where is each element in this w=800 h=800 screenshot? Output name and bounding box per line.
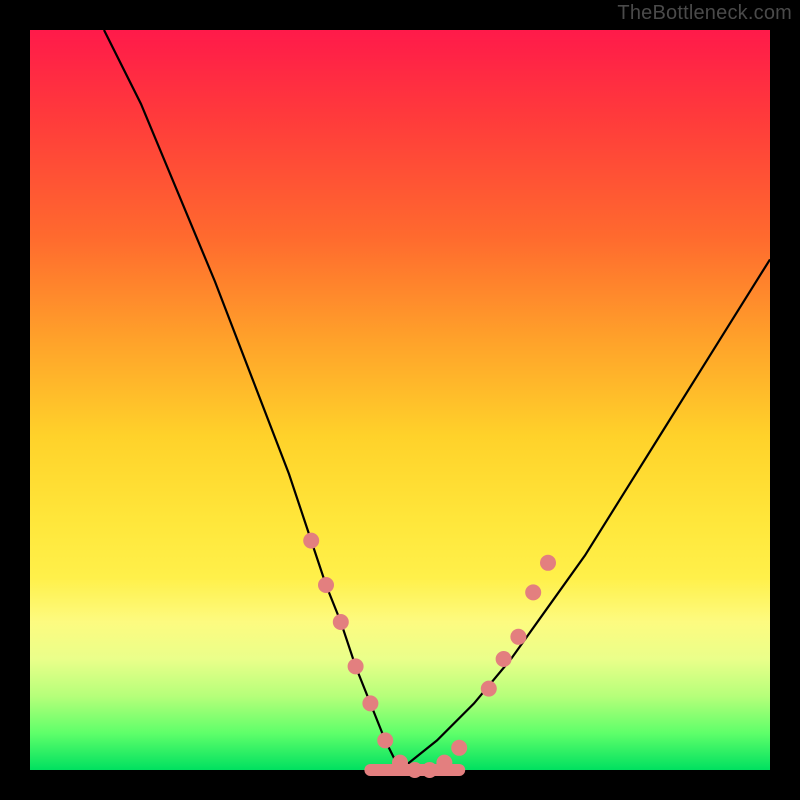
chart-frame: TheBottleneck.com [0,0,800,800]
highlight-point [392,755,408,771]
highlight-point [496,651,512,667]
highlight-point [303,533,319,549]
highlight-point [348,658,364,674]
highlight-point [436,755,452,771]
right-curve-path [400,259,770,770]
highlight-point [333,614,349,630]
highlight-point [318,577,334,593]
highlight-point [422,762,438,778]
watermark-text: TheBottleneck.com [617,2,792,25]
highlight-point [540,555,556,571]
highlight-point [377,732,393,748]
highlight-markers [303,533,556,778]
highlight-point [510,629,526,645]
highlight-point [407,762,423,778]
chart-svg [30,30,770,770]
highlight-point [525,584,541,600]
highlight-point [451,740,467,756]
highlight-point [362,695,378,711]
plot-area [30,30,770,770]
highlight-point [481,681,497,697]
